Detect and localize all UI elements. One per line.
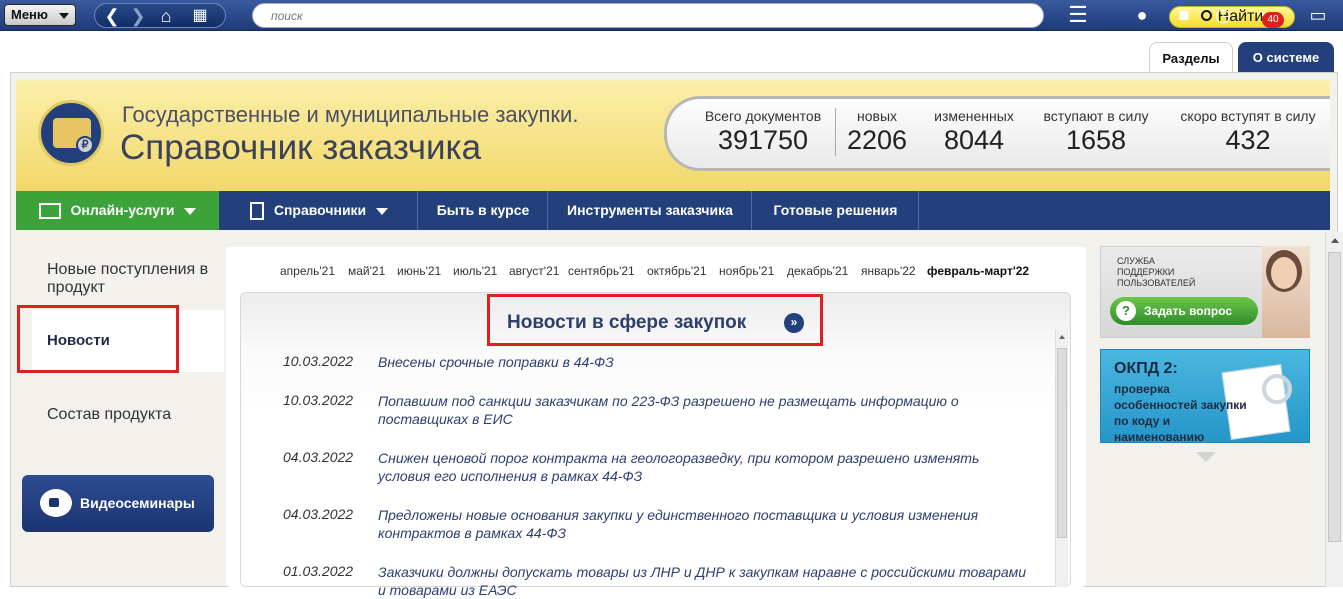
notifications-badge: 40 [1262, 12, 1284, 28]
scroll-thumb[interactable] [1328, 252, 1341, 542]
forward-arrow-icon[interactable]: ❯ [125, 4, 151, 29]
stat-value: 432 [1225, 125, 1271, 155]
home-icon[interactable]: ⌂ [153, 4, 179, 29]
clock-icon[interactable]: ◷ [1211, 4, 1235, 26]
month-link[interactable]: октябрь'21 [647, 264, 707, 278]
news-link[interactable]: Предложены новые основания закупки у еди… [378, 506, 1028, 542]
news-link[interactable]: Внесены срочные поправки в 44-ФЗ [378, 353, 1038, 371]
sidebar-item-new-items[interactable]: Новые поступления в продукт [47, 261, 217, 297]
menu-button[interactable]: Меню [4, 4, 76, 26]
news-date: 10.03.2022 [283, 353, 354, 369]
stat-value: 2206 [846, 125, 908, 155]
stat-label: Всего документов [704, 108, 822, 124]
month-link-current[interactable]: февраль-март'22 [927, 264, 1029, 278]
chevron-down-icon [59, 13, 69, 19]
magnifier-icon [1262, 374, 1292, 404]
nav-stay-informed[interactable]: Быть в курсе [419, 191, 548, 230]
chevron-down-icon [376, 207, 389, 215]
month-link[interactable]: декабрь'21 [787, 264, 848, 278]
month-link[interactable]: январь'22 [861, 264, 916, 278]
monitor-icon [38, 203, 61, 220]
month-link[interactable]: июнь'21 [397, 264, 441, 278]
chat-icon[interactable]: ▭ [1306, 4, 1330, 26]
carousel-arrow-icon[interactable] [1196, 452, 1216, 462]
video-label: Видеосеминары [80, 495, 195, 511]
search-box: Найти [252, 3, 1295, 28]
hamburger-menu-icon[interactable]: ☰ [1066, 4, 1090, 26]
news-link[interactable]: Попавшим под санкции заказчикам по 223-Ф… [378, 392, 1018, 428]
book-icon [249, 202, 264, 221]
banner-title: Справочник заказчика [120, 128, 482, 167]
video-camera-icon [40, 489, 72, 517]
month-link[interactable]: сентябрь'21 [568, 264, 635, 278]
news-date: 04.03.2022 [283, 506, 354, 522]
support-person-face [1271, 257, 1297, 289]
search-input[interactable] [271, 7, 871, 25]
month-link[interactable]: май'21 [348, 264, 385, 278]
news-date: 04.03.2022 [283, 449, 354, 465]
page-scrollbar[interactable] [1325, 232, 1343, 587]
scroll-up-icon[interactable] [1059, 335, 1065, 339]
nav-customer-tools[interactable]: Инструменты заказчика [549, 191, 752, 230]
nav-online-services[interactable]: Онлайн-услуги [16, 191, 219, 230]
month-link[interactable]: август'21 [509, 264, 559, 278]
support-subtitle: СЛУЖБА ПОДДЕРЖКИ ПОЛЬЗОВАТЕЛЕЙ [1117, 256, 1196, 288]
news-link[interactable]: Заказчики должны допускать товары из ЛНР… [378, 563, 1028, 599]
month-link[interactable]: апрель'21 [280, 264, 335, 278]
okpd-text: проверка особенностей закупки по коду и … [1114, 382, 1247, 444]
highlight-box [17, 305, 179, 373]
sidebar-item-contents[interactable]: Состав продукта [47, 406, 171, 424]
stat-label: скоро вступят в силу [1180, 108, 1316, 124]
stat-changed[interactable]: измененных 8044 [926, 108, 1022, 156]
tab-about[interactable]: О системе [1238, 42, 1334, 73]
news-scrollbar[interactable] [1055, 330, 1068, 587]
nav-label: Онлайн-услуги [70, 202, 175, 218]
okpd-title: ОКПД 2: [1114, 360, 1178, 377]
stat-value: 1658 [1065, 125, 1127, 155]
month-link[interactable]: ноябрь'21 [719, 264, 774, 278]
stat-label: измененных [934, 108, 1014, 124]
stat-soon-in-force[interactable]: скоро вступят в силу 432 [1172, 108, 1324, 156]
highlight-box [487, 294, 823, 346]
stat-coming-into-force[interactable]: вступают в силу 1658 [1034, 108, 1158, 156]
nav-ready-solutions[interactable]: Готовые решения [753, 191, 919, 230]
back-arrow-icon[interactable]: ❮ [99, 4, 125, 29]
news-link[interactable]: Снижен ценовой порог контракта на геолог… [378, 449, 1028, 485]
chevron-down-icon [184, 207, 197, 215]
month-link[interactable]: июль'21 [453, 264, 497, 278]
stat-value: 8044 [943, 125, 1005, 155]
stat-value: 391750 [717, 125, 809, 155]
scroll-up-icon[interactable] [1331, 238, 1339, 243]
question-icon: ? [1116, 301, 1136, 321]
news-date: 10.03.2022 [283, 392, 354, 408]
video-seminars-button[interactable]: Видеосеминары [22, 475, 214, 532]
folder-icon[interactable]: ■ [1172, 4, 1196, 26]
stat-label: новых [856, 108, 898, 124]
nav-references[interactable]: Справочники [221, 191, 418, 230]
divider [835, 108, 836, 156]
navigation-pill: ❮ ❯ ⌂ ▦ [94, 3, 226, 28]
tab-sections[interactable]: Разделы [1149, 42, 1233, 73]
stat-new[interactable]: новых 2206 [842, 108, 912, 156]
ruble-coin-icon: ₽ [76, 136, 94, 154]
news-date: 01.03.2022 [283, 563, 354, 579]
stat-total[interactable]: Всего документов 391750 [697, 108, 829, 156]
nav-label: Справочники [273, 202, 367, 218]
scroll-thumb[interactable] [1057, 348, 1067, 538]
banner-subtitle: Государственные и муниципальные закупки. [122, 102, 579, 127]
user-icon[interactable]: ● [1130, 4, 1154, 26]
stat-label: вступают в силу [1043, 108, 1149, 124]
menu-label: Меню [11, 7, 49, 22]
grid-icon[interactable]: ▦ [187, 4, 213, 29]
